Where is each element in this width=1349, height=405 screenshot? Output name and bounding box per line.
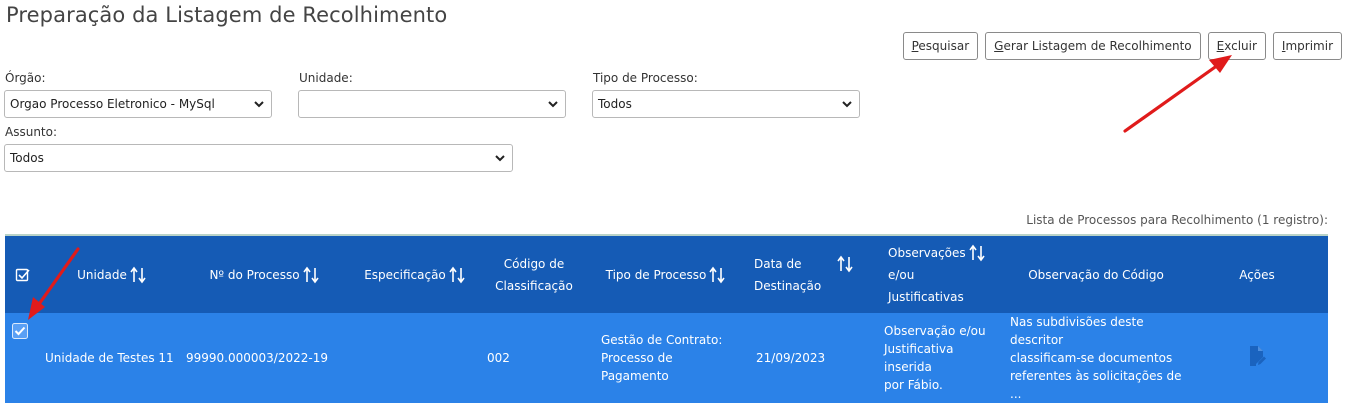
chevron-down-icon — [495, 155, 505, 162]
cell-obs-line-1: Observação e/ou — [884, 324, 986, 338]
sort-icon[interactable] — [837, 255, 853, 273]
select-all-cell[interactable] — [5, 235, 41, 313]
edit-document-icon[interactable] — [1247, 345, 1267, 367]
col-codigo-label-1: Código de — [503, 256, 565, 271]
col-especificacao-label: Especificação — [364, 267, 446, 282]
orgao-select[interactable]: Orgao Processo Eletronico - MySql — [4, 90, 272, 118]
cell-acoes — [1186, 313, 1328, 403]
cell-unidade: Unidade de Testes 11 — [45, 351, 174, 365]
imprimir-label: mprimir — [1285, 39, 1333, 53]
row-checkbox-cell[interactable] — [5, 313, 41, 403]
orgao-label: Órgão: — [5, 71, 46, 85]
sort-icon[interactable] — [302, 266, 319, 284]
pesquisar-button[interactable]: Pesquisar — [902, 32, 979, 60]
table-caption: Lista de Processos para Recolhimento (1 … — [1026, 213, 1328, 227]
processos-table: Unidade Nº do Processo Especificação Cód… — [5, 234, 1328, 403]
sort-icon[interactable] — [709, 266, 726, 284]
cell-tipo: Gestão de Contrato: Processo de Pagament… — [585, 313, 746, 403]
cell-obs-codigo: Nas subdivisões deste descritor classifi… — [1006, 313, 1186, 403]
tipo-processo-select-value: Todos — [598, 97, 632, 111]
assunto-label: Assunto: — [5, 125, 58, 139]
row-checkbox-icon[interactable] — [12, 322, 28, 339]
col-obs-label-1: Observações — [888, 245, 966, 260]
col-unidade[interactable]: Unidade — [41, 235, 182, 313]
sort-icon[interactable] — [130, 266, 146, 284]
col-especificacao[interactable]: Especificação — [346, 235, 483, 313]
cell-observacoes: Observação e/ou Justificativa inserida p… — [880, 313, 1006, 403]
cell-obs-codigo-line-1: Nas subdivisões deste descritor — [1010, 315, 1144, 347]
chevron-down-icon — [548, 101, 558, 108]
assunto-select[interactable]: Todos — [4, 144, 513, 172]
cell-numero[interactable]: 99990.000003/2022-19 — [182, 313, 346, 403]
table-row[interactable]: Unidade de Testes 11 99990.000003/2022-1… — [5, 313, 1328, 403]
cell-obs-codigo-line-3: referentes às solicitações de ... — [1010, 369, 1182, 401]
cell-obs-line-3: por Fábio. — [884, 378, 943, 392]
col-obs-codigo: Observação do Código — [1028, 267, 1164, 282]
col-acoes: Ações — [1239, 267, 1275, 282]
col-obs-label-2: e/ou — [888, 267, 915, 282]
sort-icon[interactable] — [449, 266, 465, 284]
col-data[interactable]: Data de Destinação — [746, 235, 880, 313]
unidade-select[interactable] — [298, 90, 566, 118]
table-header-row: Unidade Nº do Processo Especificação Cód… — [5, 235, 1328, 313]
tipo-processo-select[interactable]: Todos — [592, 90, 860, 118]
col-numero-label: Nº do Processo — [209, 267, 300, 282]
cell-obs-codigo-line-2: classificam-se documentos — [1010, 351, 1173, 365]
excluir-label: xcluir — [1224, 39, 1257, 53]
col-tipo-label: Tipo de Processo — [605, 267, 707, 282]
col-codigo: Código de Classificação — [483, 235, 585, 313]
pesquisar-label: esquisar — [918, 39, 970, 53]
col-data-label-2: Destinação — [754, 278, 822, 293]
cell-codigo: 002 — [487, 351, 510, 365]
col-observacoes[interactable]: Observações e/ou Justificativas — [880, 235, 1006, 313]
excluir-button[interactable]: Excluir — [1207, 32, 1266, 60]
select-all-checkbox-icon[interactable] — [15, 267, 31, 283]
sort-icon[interactable] — [969, 244, 985, 262]
col-tipo[interactable]: Tipo de Processo — [585, 235, 746, 313]
col-numero[interactable]: Nº do Processo — [182, 235, 346, 313]
chevron-down-icon — [842, 101, 852, 108]
arrow-to-excluir — [1123, 55, 1232, 133]
col-data-label-1: Data de — [754, 256, 802, 271]
unidade-label: Unidade: — [299, 71, 353, 85]
assunto-select-value: Todos — [10, 151, 44, 165]
chevron-down-icon — [254, 101, 264, 108]
cell-data: 21/09/2023 — [756, 351, 826, 365]
cell-tipo-line-2: Processo de Pagamento — [601, 351, 673, 383]
gerar-listagem-button[interactable]: Gerar Listagem de Recolhimento — [985, 32, 1201, 60]
cell-obs-line-2: Justificativa inserida — [884, 342, 954, 374]
orgao-select-value: Orgao Processo Eletronico - MySql — [10, 97, 215, 111]
col-codigo-label-2: Classificação — [495, 278, 573, 293]
cell-tipo-line-1: Gestão de Contrato: — [601, 333, 723, 347]
gerar-label: erar Listagem de Recolhimento — [1003, 39, 1192, 53]
toolbar: Pesquisar Gerar Listagem de Recolhimento… — [896, 32, 1342, 60]
col-unidade-label: Unidade — [77, 267, 127, 282]
page-title: Preparação da Listagem de Recolhimento — [6, 3, 448, 27]
cell-especificacao — [346, 313, 483, 403]
tipo-processo-label: Tipo de Processo: — [593, 71, 698, 85]
imprimir-button[interactable]: Imprimir — [1272, 32, 1342, 60]
col-obs-label-3: Justificativas — [888, 289, 964, 304]
